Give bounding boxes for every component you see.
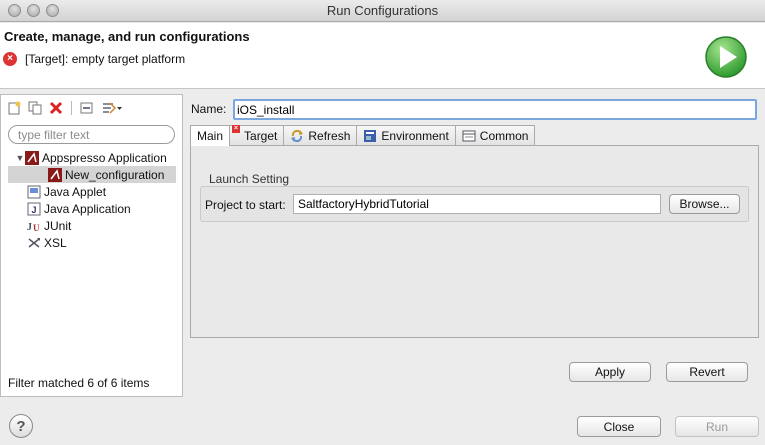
- tree-item-label: JUnit: [44, 218, 72, 233]
- tab-environment[interactable]: Environment: [356, 125, 456, 145]
- tree-item-java-application[interactable]: J Java Application: [1, 200, 182, 217]
- tree-item-xsl[interactable]: XSL: [1, 234, 182, 251]
- svg-text:J: J: [32, 205, 37, 215]
- appspresso-icon: [48, 167, 62, 182]
- header-message: [Target]: empty target platform: [25, 52, 186, 66]
- junit-icon: JU: [27, 219, 41, 233]
- svg-text:U: U: [33, 223, 40, 233]
- tree-item-java-applet[interactable]: Java Applet: [1, 183, 182, 200]
- launch-setting-label: Launch Setting: [209, 172, 290, 186]
- apply-button[interactable]: Apply: [569, 362, 651, 382]
- expand-twisty-icon[interactable]: ▼: [15, 153, 25, 163]
- appspresso-icon: [25, 150, 39, 165]
- config-editor-panel: Name: Main × Target Refresh Environment …: [185, 94, 765, 397]
- tab-error-icon: ×: [232, 125, 240, 133]
- title-bar: Run Configurations: [0, 0, 765, 22]
- window-title: Run Configurations: [326, 3, 439, 18]
- config-tree: ▼ Appspresso Application New_configurati…: [1, 149, 182, 251]
- error-circle-icon: ×: [3, 52, 17, 66]
- tab-label: Main: [197, 129, 224, 143]
- tree-item-appspresso-application[interactable]: ▼ Appspresso Application: [1, 149, 182, 166]
- tree-item-label: Java Applet: [44, 184, 107, 199]
- java-applet-icon: [27, 185, 41, 199]
- config-tabs: Main × Target Refresh Environment Common: [190, 125, 759, 146]
- tab-label: Common: [479, 128, 529, 143]
- common-icon: [462, 129, 476, 143]
- svg-text:J: J: [27, 222, 32, 233]
- tree-item-label: Appspresso Application: [42, 150, 167, 165]
- java-application-icon: J: [27, 202, 41, 216]
- toolbar-divider: [71, 101, 72, 115]
- config-list-panel: ▼ Appspresso Application New_configurati…: [0, 94, 183, 397]
- tab-label: Refresh: [308, 128, 351, 143]
- close-button[interactable]: Close: [577, 416, 661, 437]
- revert-button[interactable]: Revert: [666, 362, 748, 382]
- xsl-icon: [27, 236, 41, 250]
- name-label: Name:: [191, 102, 227, 116]
- dialog-header: Create, manage, and run configurations ×…: [0, 23, 765, 89]
- tab-label: Target: [244, 128, 278, 143]
- run-play-icon: [705, 36, 747, 78]
- project-label: Project to start:: [205, 198, 286, 212]
- tree-item-label: New_configuration: [65, 167, 165, 182]
- header-title: Create, manage, and run configurations: [4, 29, 250, 44]
- duplicate-icon[interactable]: [26, 99, 44, 117]
- tab-main[interactable]: Main: [190, 125, 231, 146]
- filter-status: Filter matched 6 of 6 items: [8, 376, 150, 390]
- delete-icon[interactable]: [47, 99, 65, 117]
- project-field[interactable]: [293, 194, 661, 214]
- tab-refresh[interactable]: Refresh: [283, 125, 358, 145]
- config-toolbar: [5, 99, 125, 117]
- tree-item-label: XSL: [44, 235, 67, 250]
- tree-item-new-configuration[interactable]: New_configuration: [8, 166, 176, 183]
- filter-input[interactable]: [8, 125, 175, 144]
- environment-icon: [363, 129, 377, 143]
- filter-icon[interactable]: [99, 99, 125, 117]
- tree-item-junit[interactable]: JU JUnit: [1, 217, 182, 234]
- collapse-all-icon[interactable]: [78, 99, 96, 117]
- new-config-icon[interactable]: [5, 99, 23, 117]
- help-icon[interactable]: ?: [9, 414, 33, 438]
- main-tab-panel: Launch Setting Project to start: Browse.…: [190, 145, 759, 338]
- tab-common[interactable]: Common: [454, 125, 536, 145]
- run-button[interactable]: Run: [675, 416, 759, 437]
- name-field[interactable]: [233, 99, 757, 120]
- tab-label: Environment: [381, 128, 449, 143]
- refresh-icon: [290, 129, 304, 143]
- browse-button[interactable]: Browse...: [669, 194, 740, 214]
- tree-item-label: Java Application: [44, 201, 131, 216]
